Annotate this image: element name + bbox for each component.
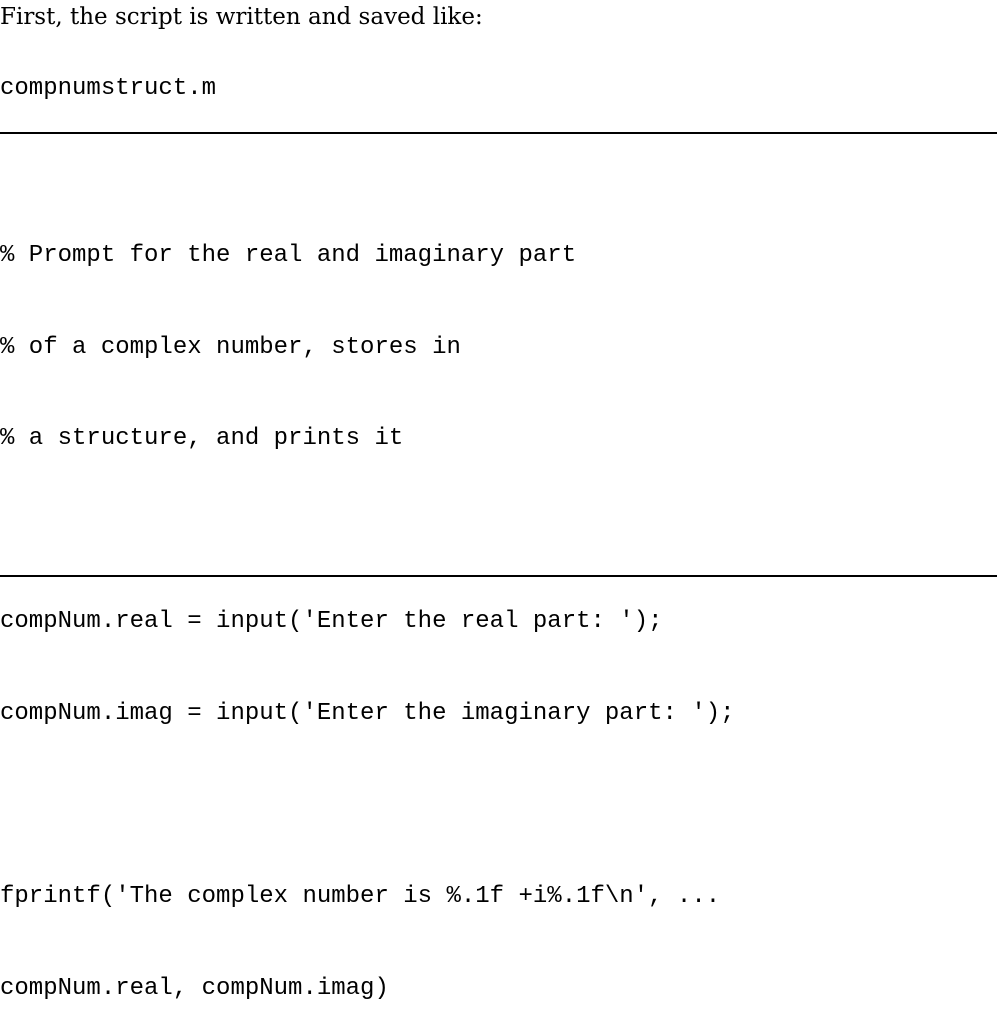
code-line: compNum.imag = input('Enter the imaginar…	[0, 699, 735, 727]
code-line: compNum.real, compNum.imag)	[0, 974, 389, 1002]
script-filename: compnumstruct.m	[0, 75, 217, 102]
code-line: % a structure, and prints it	[0, 425, 404, 453]
top-rule-divider	[0, 132, 997, 134]
intro-paragraph: First, the script is written and saved l…	[0, 4, 483, 30]
bottom-rule-divider	[0, 575, 997, 577]
code-line: compNum.real = input('Enter the real par…	[0, 608, 663, 636]
code-line: % of a complex number, stores in	[0, 333, 461, 361]
code-line: fprintf('The complex number is %.1f +i%.…	[0, 883, 721, 911]
code-line: % Prompt for the real and imaginary part	[0, 242, 577, 269]
code-listing: % Prompt for the real and imaginary part…	[0, 183, 735, 1034]
